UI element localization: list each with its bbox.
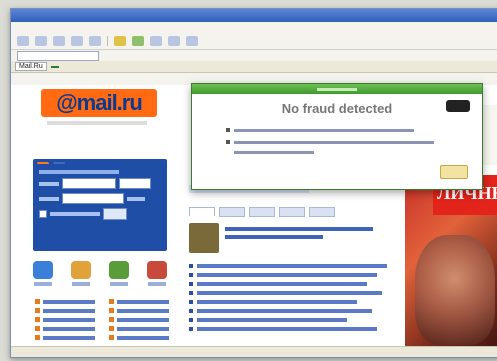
news-tab[interactable] bbox=[219, 207, 245, 217]
promo-banner[interactable]: ЛИЧНЫЙ bbox=[405, 175, 497, 357]
service-link[interactable] bbox=[117, 317, 169, 322]
news-tabs bbox=[189, 207, 335, 217]
address-bar bbox=[11, 50, 497, 61]
status-bar bbox=[11, 346, 497, 357]
popup-close-button[interactable] bbox=[446, 100, 470, 112]
forward-icon[interactable] bbox=[35, 36, 47, 46]
address-field[interactable] bbox=[17, 50, 99, 61]
service-icon[interactable] bbox=[109, 261, 129, 279]
popup-line bbox=[226, 150, 314, 154]
news-lead bbox=[189, 223, 389, 253]
news-list bbox=[189, 261, 389, 333]
toolbar bbox=[11, 33, 497, 50]
news-headline[interactable] bbox=[225, 235, 324, 239]
browser-window: Mail.Ru @mail.ru ЛИЧН No fraud detected bbox=[10, 8, 497, 358]
news-link[interactable] bbox=[197, 308, 372, 313]
back-icon[interactable] bbox=[17, 36, 29, 46]
service-link[interactable] bbox=[117, 335, 169, 340]
news-tab[interactable] bbox=[189, 207, 215, 216]
news-headline[interactable] bbox=[225, 227, 373, 231]
mail-icon[interactable] bbox=[168, 36, 180, 46]
service-link[interactable] bbox=[43, 299, 95, 304]
service-icons bbox=[33, 261, 167, 286]
news-link[interactable] bbox=[197, 263, 387, 268]
tab-mail[interactable] bbox=[37, 162, 49, 164]
tab-other[interactable] bbox=[53, 162, 65, 164]
news-tab[interactable] bbox=[309, 207, 335, 217]
news-tab[interactable] bbox=[249, 207, 275, 217]
service-link[interactable] bbox=[117, 299, 169, 304]
mailbox-heading bbox=[39, 170, 119, 174]
service-icon[interactable] bbox=[33, 261, 53, 279]
link-mailru[interactable]: Mail.Ru bbox=[15, 62, 47, 71]
mail-login-box bbox=[33, 159, 167, 251]
popup-title: No fraud detected bbox=[281, 101, 393, 116]
fraud-popup: No fraud detected bbox=[191, 83, 483, 190]
services-list-right bbox=[109, 297, 169, 342]
service-link[interactable] bbox=[43, 326, 95, 331]
service-link[interactable] bbox=[43, 308, 95, 313]
login-label bbox=[39, 181, 59, 186]
news-link[interactable] bbox=[197, 326, 377, 331]
stop-icon[interactable] bbox=[53, 36, 65, 46]
login-input[interactable] bbox=[62, 178, 116, 189]
favorites-icon[interactable] bbox=[114, 36, 126, 46]
popup-titlebar[interactable] bbox=[192, 84, 482, 94]
print-icon[interactable] bbox=[186, 36, 198, 46]
mailru-logo[interactable]: @mail.ru bbox=[41, 89, 157, 117]
news-link[interactable] bbox=[197, 281, 367, 286]
home-icon[interactable] bbox=[89, 36, 101, 46]
link-green[interactable] bbox=[50, 65, 59, 68]
promo-photo bbox=[415, 235, 495, 345]
services-list-left bbox=[35, 297, 95, 342]
logo-tagline bbox=[47, 121, 147, 125]
password-input[interactable] bbox=[62, 193, 124, 204]
news-image[interactable] bbox=[189, 223, 219, 253]
popup-line bbox=[226, 128, 414, 132]
title-bar[interactable] bbox=[11, 9, 497, 22]
news-link[interactable] bbox=[197, 290, 382, 295]
login-button[interactable] bbox=[103, 208, 127, 220]
service-link[interactable] bbox=[43, 317, 95, 322]
forgot-link[interactable] bbox=[127, 196, 145, 201]
links-bar: Mail.Ru bbox=[11, 61, 497, 73]
refresh-icon[interactable] bbox=[71, 36, 83, 46]
remember-checkbox[interactable] bbox=[39, 210, 47, 218]
menu-bar bbox=[11, 22, 497, 33]
domain-select[interactable] bbox=[119, 178, 151, 189]
popup-line bbox=[226, 140, 434, 144]
news-link[interactable] bbox=[197, 299, 357, 304]
media-icon[interactable] bbox=[132, 36, 144, 46]
service-link[interactable] bbox=[43, 335, 95, 340]
news-tab[interactable] bbox=[279, 207, 305, 217]
remember-label bbox=[50, 212, 100, 216]
popup-ok-button[interactable] bbox=[440, 165, 468, 179]
password-label bbox=[39, 196, 59, 201]
history-icon[interactable] bbox=[150, 36, 162, 46]
toolbar-separator bbox=[107, 36, 108, 46]
news-link[interactable] bbox=[197, 272, 377, 277]
service-link[interactable] bbox=[117, 308, 169, 313]
service-icon[interactable] bbox=[147, 261, 167, 279]
service-link[interactable] bbox=[117, 326, 169, 331]
news-link[interactable] bbox=[197, 317, 347, 322]
service-icon[interactable] bbox=[71, 261, 91, 279]
